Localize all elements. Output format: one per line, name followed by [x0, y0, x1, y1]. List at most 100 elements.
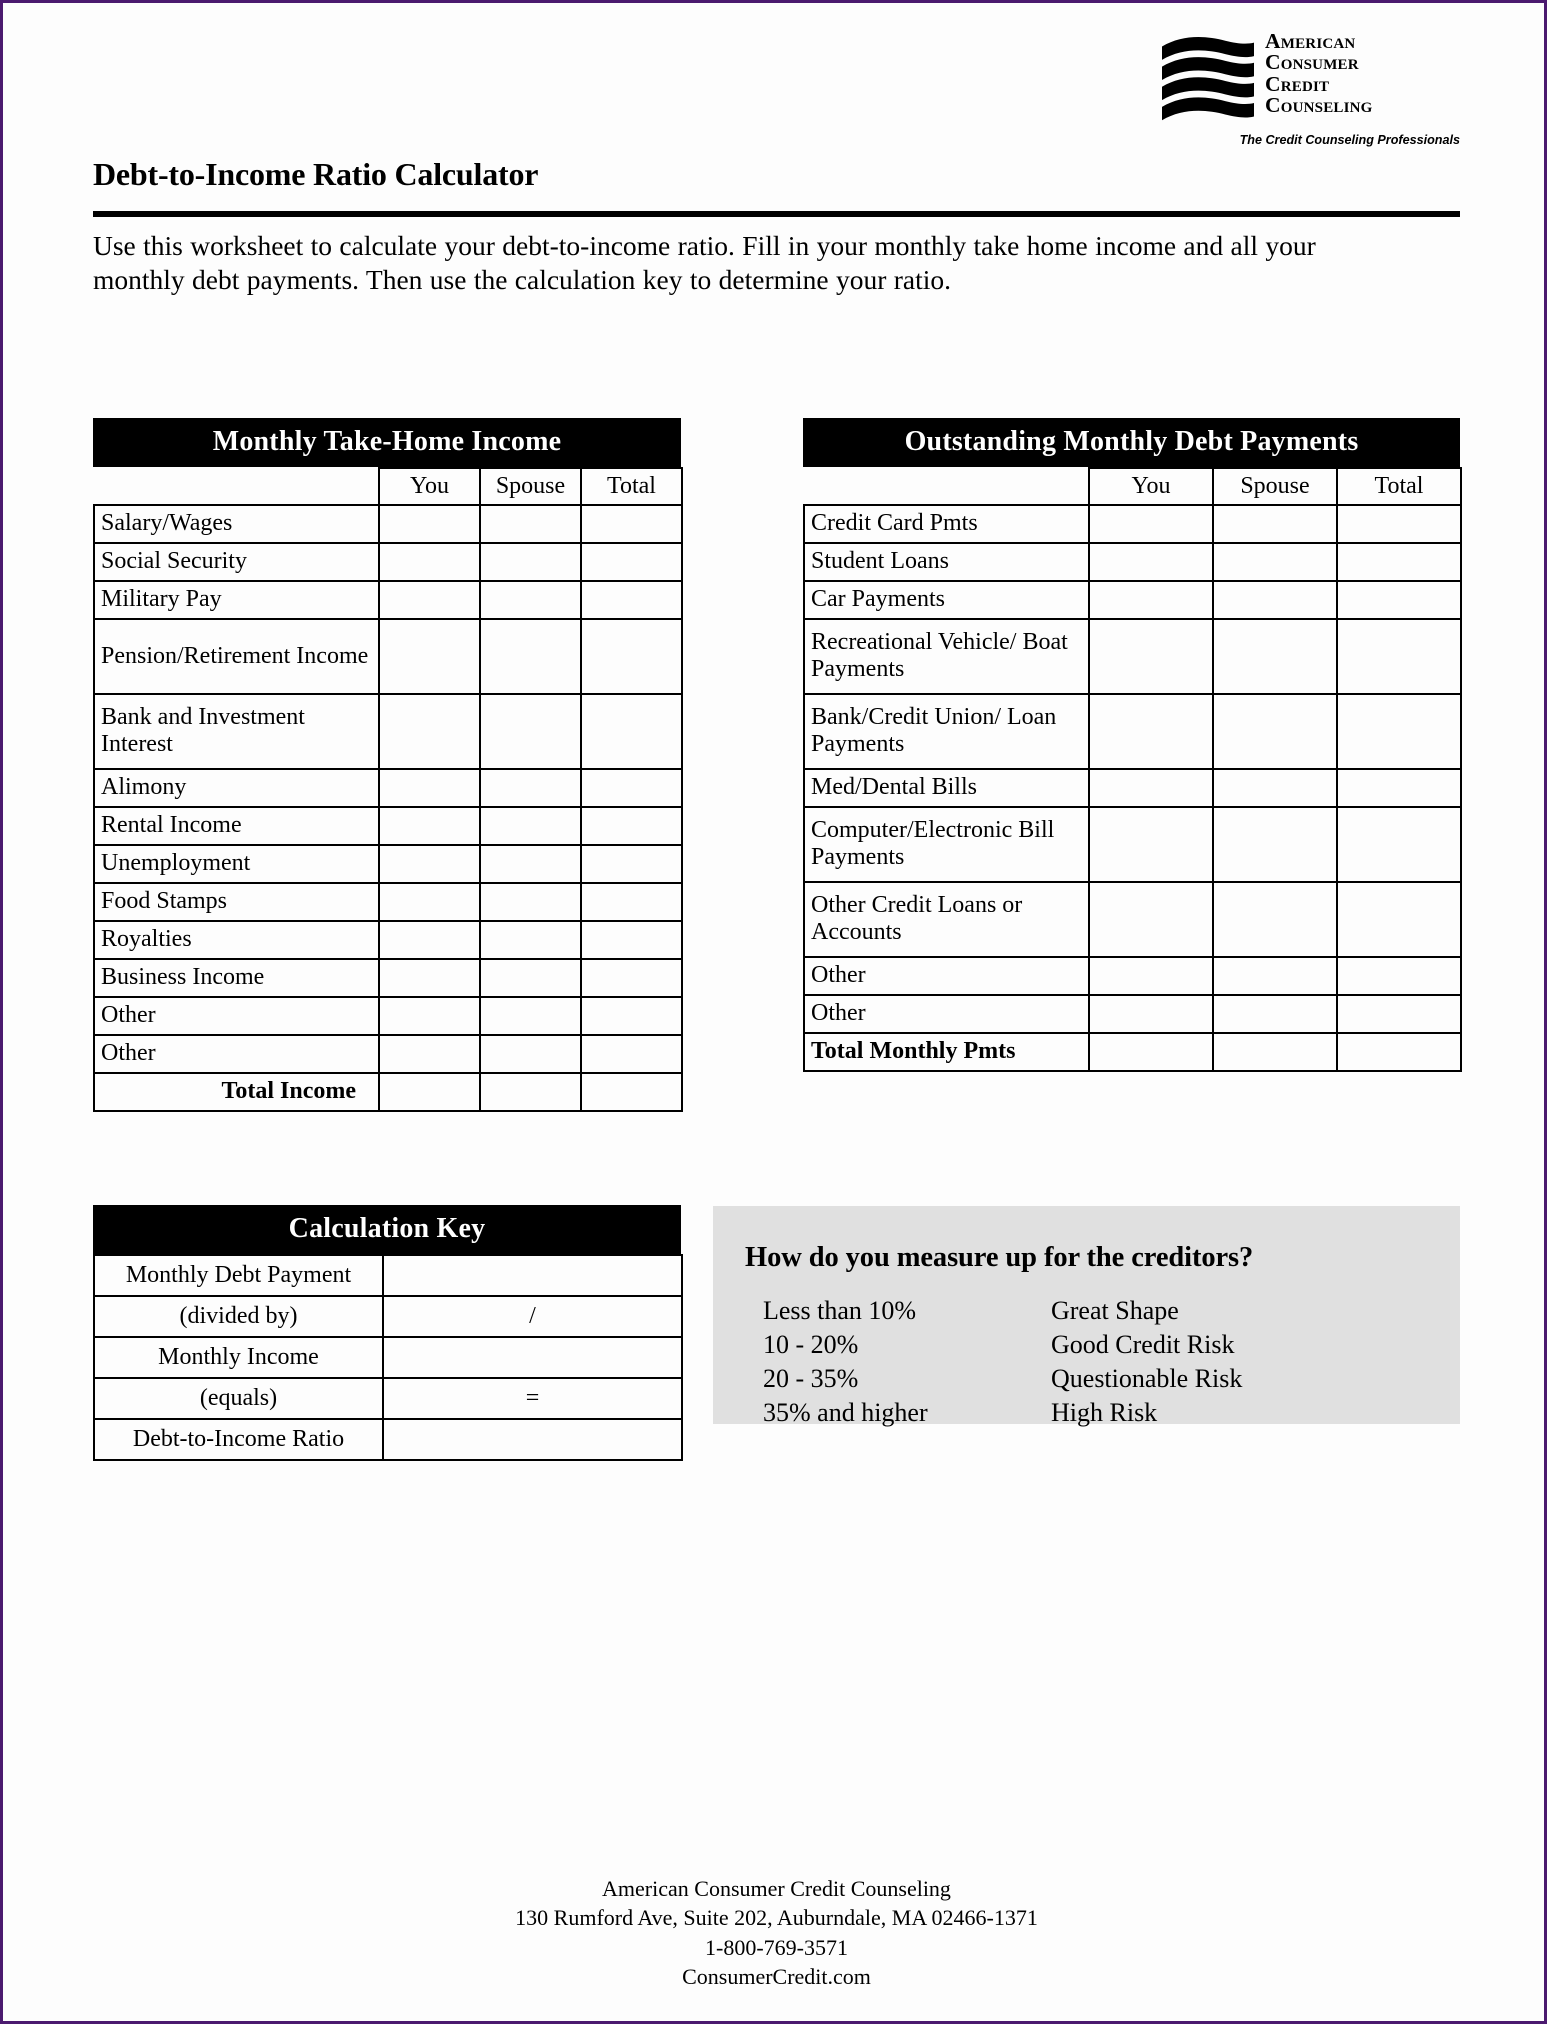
- input-cell[interactable]: [580, 844, 683, 884]
- input-cell[interactable]: [479, 996, 582, 1036]
- row-label: Bank and Investment Interest: [93, 693, 380, 770]
- calc-key-value[interactable]: /: [382, 1295, 683, 1338]
- calc-key-value[interactable]: [382, 1418, 683, 1461]
- input-cell[interactable]: [580, 580, 683, 620]
- input-cell[interactable]: [378, 996, 481, 1036]
- input-cell[interactable]: [1088, 580, 1214, 620]
- input-cell[interactable]: [580, 996, 683, 1036]
- column-header-you: You: [378, 467, 481, 506]
- input-cell[interactable]: [580, 920, 683, 960]
- logo-line-4: Counseling: [1265, 92, 1373, 117]
- row-label: Bank/Credit Union/ Loan Payments: [803, 693, 1090, 770]
- input-cell[interactable]: [1212, 580, 1338, 620]
- organization-logo: American Consumer Credit Counseling The …: [1160, 30, 1460, 147]
- input-cell[interactable]: [1088, 806, 1214, 883]
- input-cell[interactable]: [1336, 956, 1462, 996]
- input-cell[interactable]: [1212, 994, 1338, 1034]
- input-cell[interactable]: [580, 1034, 683, 1074]
- row-label: Other: [93, 996, 380, 1036]
- total-input-cell[interactable]: [580, 1072, 683, 1112]
- input-cell[interactable]: [1212, 768, 1338, 808]
- row-label: Business Income: [93, 958, 380, 998]
- table-row: Bank and Investment Interest: [93, 693, 683, 770]
- input-cell[interactable]: [378, 1034, 481, 1074]
- total-input-cell[interactable]: [1336, 1032, 1462, 1072]
- total-input-cell[interactable]: [1212, 1032, 1338, 1072]
- input-cell[interactable]: [1336, 994, 1462, 1034]
- input-cell[interactable]: [479, 542, 582, 582]
- input-cell[interactable]: [378, 580, 481, 620]
- calc-key-value[interactable]: =: [382, 1377, 683, 1420]
- input-cell[interactable]: [1088, 618, 1214, 695]
- calc-key-value[interactable]: [382, 1254, 683, 1297]
- input-cell[interactable]: [1212, 618, 1338, 695]
- input-cell[interactable]: [1088, 504, 1214, 544]
- input-cell[interactable]: [1088, 994, 1214, 1034]
- input-cell[interactable]: [1212, 542, 1338, 582]
- input-cell[interactable]: [1336, 618, 1462, 695]
- footer-address: 130 Rumford Ave, Suite 202, Auburndale, …: [515, 1905, 1038, 1931]
- input-cell[interactable]: [1336, 768, 1462, 808]
- input-cell[interactable]: [479, 844, 582, 884]
- input-cell[interactable]: [378, 844, 481, 884]
- table-row: Rental Income: [93, 806, 683, 846]
- input-cell[interactable]: [580, 806, 683, 846]
- input-cell[interactable]: [378, 806, 481, 846]
- input-cell[interactable]: [1336, 693, 1462, 770]
- input-cell[interactable]: [1088, 768, 1214, 808]
- row-label: Salary/Wages: [93, 504, 380, 544]
- input-cell[interactable]: [479, 768, 582, 808]
- input-cell[interactable]: [378, 920, 481, 960]
- input-cell[interactable]: [1336, 504, 1462, 544]
- input-cell[interactable]: [479, 504, 582, 544]
- input-cell[interactable]: [378, 504, 481, 544]
- input-cell[interactable]: [378, 958, 481, 998]
- input-cell[interactable]: [1212, 806, 1338, 883]
- input-cell[interactable]: [1336, 806, 1462, 883]
- input-cell[interactable]: [1336, 580, 1462, 620]
- input-cell[interactable]: [479, 806, 582, 846]
- input-cell[interactable]: [1336, 542, 1462, 582]
- input-cell[interactable]: [1212, 956, 1338, 996]
- input-cell[interactable]: [1088, 956, 1214, 996]
- input-cell[interactable]: [580, 882, 683, 922]
- input-cell[interactable]: [1088, 693, 1214, 770]
- input-cell[interactable]: [479, 882, 582, 922]
- input-cell[interactable]: [378, 768, 481, 808]
- input-cell[interactable]: [378, 693, 481, 770]
- input-cell[interactable]: [1088, 881, 1214, 958]
- input-cell[interactable]: [479, 693, 582, 770]
- input-cell[interactable]: [580, 542, 683, 582]
- row-label: Other Credit Loans or Accounts: [803, 881, 1090, 958]
- input-cell[interactable]: [1088, 542, 1214, 582]
- income-worksheet: Monthly Take-Home Income You Spouse Total S…: [93, 418, 683, 1112]
- column-header-spouse: Spouse: [479, 467, 582, 506]
- calc-key-label: (divided by): [93, 1295, 384, 1338]
- page-content: American Consumer Credit Counseling The …: [93, 3, 1462, 2027]
- input-cell[interactable]: [580, 618, 683, 695]
- column-header-row: You Spouse Total: [94, 467, 683, 506]
- input-cell[interactable]: [378, 882, 481, 922]
- input-cell[interactable]: [479, 920, 582, 960]
- calc-key-value[interactable]: [382, 1336, 683, 1379]
- input-cell[interactable]: [378, 542, 481, 582]
- input-cell[interactable]: [580, 504, 683, 544]
- input-cell[interactable]: [378, 618, 481, 695]
- input-cell[interactable]: [479, 580, 582, 620]
- table-row: Recreational Vehicle/ Boat Payments: [803, 618, 1462, 695]
- input-cell[interactable]: [580, 958, 683, 998]
- input-cell[interactable]: [1212, 881, 1338, 958]
- input-cell[interactable]: [580, 693, 683, 770]
- input-cell[interactable]: [1212, 504, 1338, 544]
- input-cell[interactable]: [1212, 693, 1338, 770]
- input-cell[interactable]: [1336, 881, 1462, 958]
- total-input-cell[interactable]: [479, 1072, 582, 1112]
- input-cell[interactable]: [479, 958, 582, 998]
- calc-key-row: (equals) =: [93, 1377, 683, 1420]
- input-cell[interactable]: [580, 768, 683, 808]
- input-cell[interactable]: [479, 1034, 582, 1074]
- calc-key-row: Monthly Income: [93, 1336, 683, 1379]
- input-cell[interactable]: [479, 618, 582, 695]
- total-input-cell[interactable]: [1088, 1032, 1214, 1072]
- total-input-cell[interactable]: [378, 1072, 481, 1112]
